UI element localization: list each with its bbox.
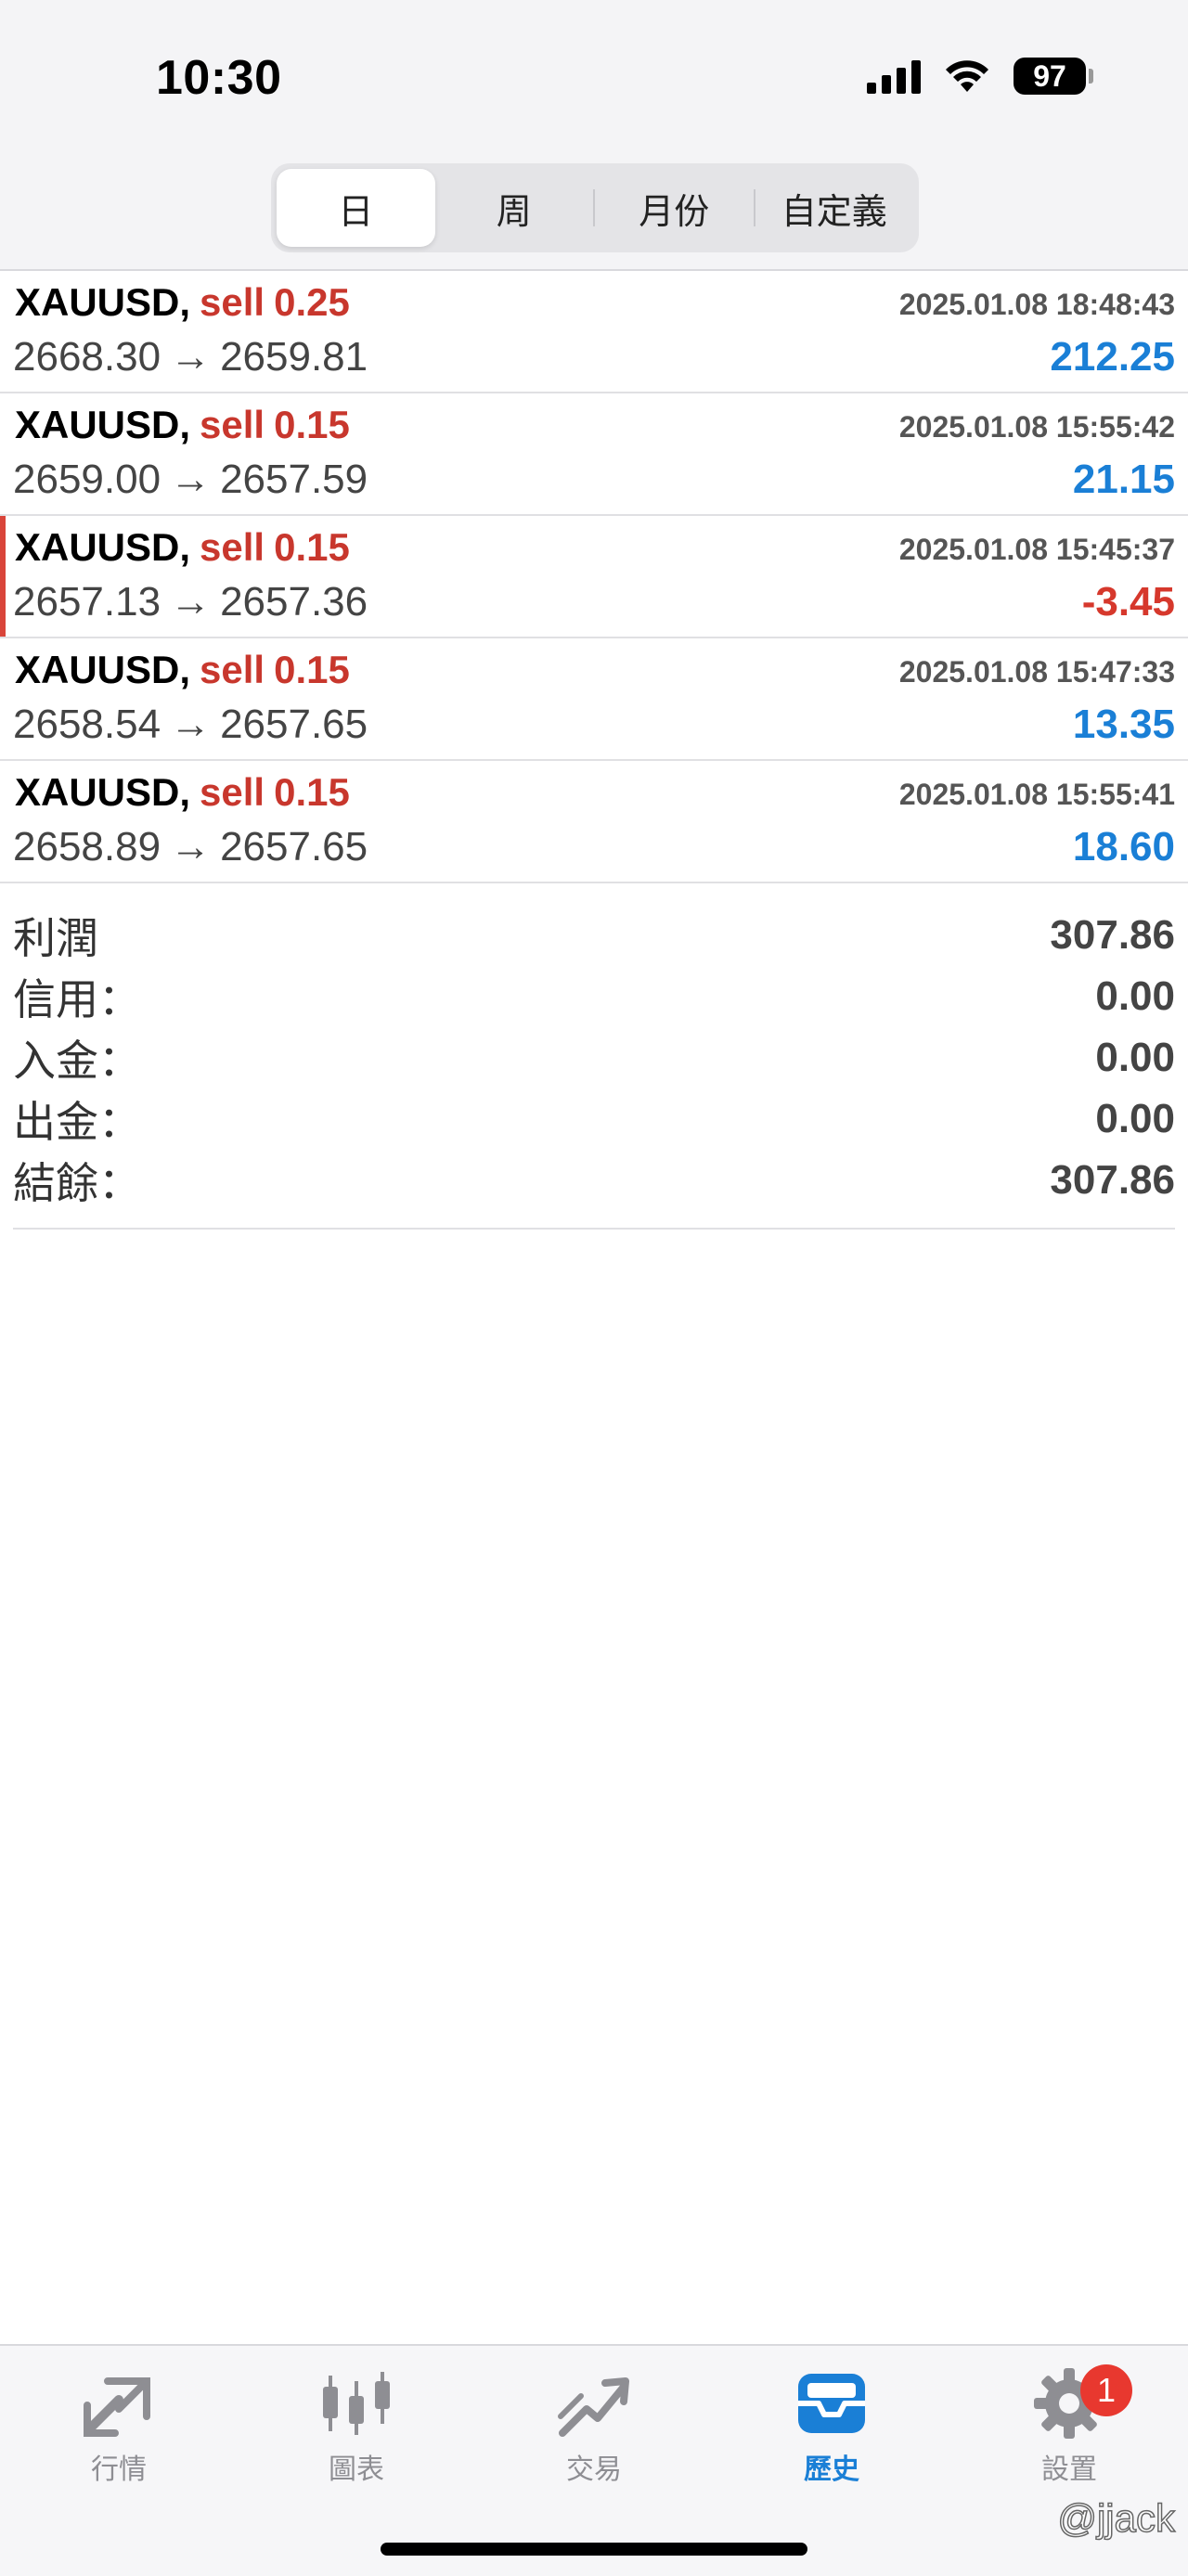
battery-tip (1089, 69, 1093, 84)
tab-label: 歷史 (804, 2454, 859, 2485)
deal-profit: 18.60 (1072, 824, 1175, 869)
summary-value: 307.86 (1050, 912, 1175, 958)
status-icons: 97 (867, 58, 1093, 95)
arrow-right-icon: → (170, 457, 212, 502)
deal-open-price: 2657.13 (13, 579, 161, 625)
summary-label: 出金： (13, 1098, 141, 1146)
quotes-arrows-icon (82, 2364, 156, 2442)
history-inbox-icon (794, 2364, 869, 2442)
deal-time: 2025.01.08 18:48:43 (898, 288, 1175, 321)
deal-profit: 21.15 (1072, 457, 1175, 502)
wifi-icon (943, 58, 991, 94)
deal-time: 2025.01.08 15:55:42 (898, 410, 1175, 444)
tab-label: 設置 (1041, 2454, 1097, 2485)
battery-level: 97 (1033, 58, 1066, 93)
period-segmented-control: 日 周 月份 自定義 (271, 163, 919, 252)
deal-volume: 0.15 (274, 770, 350, 814)
bottom-tab-bar: 行情 圖表 交易 歷史 設置 1 @jjack (0, 2344, 1188, 2576)
period-tab-month[interactable]: 月份 (595, 169, 754, 247)
summary-panel: 利潤 307.86 信用： 0.00 入金： 0.00 出金： 0.00 結餘：… (13, 905, 1175, 1230)
summary-label: 信用： (13, 975, 141, 1024)
deal-side: sell (200, 280, 265, 324)
deal-side: sell (200, 770, 265, 814)
tab-quotes[interactable]: 行情 (45, 2364, 193, 2487)
summary-credit-row: 信用： 0.00 (13, 966, 1175, 1027)
deal-volume: 0.15 (274, 403, 350, 446)
summary-profit-row: 利潤 307.86 (13, 905, 1175, 966)
deal-row[interactable]: XAUUSD, sell 0.15 2025.01.08 15:47:33 26… (0, 638, 1188, 761)
deal-close-price: 2657.65 (220, 702, 368, 747)
summary-deposit-row: 入金： 0.00 (13, 1027, 1175, 1088)
deal-row[interactable]: XAUUSD, sell 0.15 2025.01.08 15:45:37 26… (0, 516, 1188, 638)
deal-close-price: 2657.59 (220, 457, 368, 502)
deal-profit: 13.35 (1072, 702, 1175, 747)
period-tab-day[interactable]: 日 (277, 169, 435, 247)
deal-close-price: 2657.65 (220, 824, 368, 869)
deal-symbol: XAUUSD (15, 770, 180, 814)
deal-side: sell (200, 648, 265, 691)
deal-time: 2025.01.08 15:47:33 (898, 655, 1175, 689)
summary-value: 0.00 (1095, 973, 1175, 1019)
deal-close-price: 2659.81 (220, 334, 368, 380)
deal-row[interactable]: XAUUSD, sell 0.15 2025.01.08 15:55:42 26… (0, 393, 1188, 516)
summary-value: 307.86 (1050, 1157, 1175, 1203)
summary-label: 利潤 (13, 914, 98, 962)
arrow-right-icon: → (170, 824, 212, 869)
period-tab-custom[interactable]: 自定義 (755, 169, 914, 247)
tab-label: 行情 (91, 2454, 147, 2485)
deal-profit: -3.45 (1081, 579, 1175, 625)
arrow-right-icon: → (170, 334, 212, 380)
tab-chart[interactable]: 圖表 (282, 2364, 431, 2487)
candlestick-chart-icon (319, 2364, 394, 2442)
notification-badge: 1 (1080, 2364, 1132, 2416)
deal-open-price: 2658.54 (13, 702, 161, 747)
deal-symbol: XAUUSD (15, 648, 180, 691)
summary-balance-row: 結餘： 307.86 (13, 1150, 1175, 1211)
summary-value: 0.00 (1095, 1035, 1175, 1080)
deal-open-price: 2659.00 (13, 457, 161, 502)
deal-profit: 212.25 (1050, 334, 1175, 380)
trade-trend-icon (557, 2364, 631, 2442)
deal-row[interactable]: XAUUSD, sell 0.15 2025.01.08 15:55:41 26… (0, 761, 1188, 883)
watermark: @jjack (1057, 2495, 1176, 2541)
deal-symbol: XAUUSD (15, 280, 180, 324)
cellular-signal-icon (867, 58, 921, 94)
deal-volume: 0.25 (274, 280, 350, 324)
deal-row[interactable]: XAUUSD, sell 0.25 2025.01.08 18:48:43 26… (0, 271, 1188, 393)
deal-time: 2025.01.08 15:55:41 (898, 778, 1175, 811)
tab-trade[interactable]: 交易 (520, 2364, 668, 2487)
summary-label: 入金： (13, 1037, 141, 1085)
tab-history[interactable]: 歷史 (757, 2364, 906, 2487)
deal-open-price: 2658.89 (13, 824, 161, 869)
arrow-right-icon: → (170, 702, 212, 747)
summary-label: 結餘： (13, 1159, 141, 1207)
tab-settings[interactable]: 設置 1 (995, 2364, 1143, 2487)
deal-volume: 0.15 (274, 525, 350, 569)
tab-label: 圖表 (329, 2454, 384, 2485)
deal-side: sell (200, 525, 265, 569)
deal-open-price: 2668.30 (13, 334, 161, 380)
deal-symbol: XAUUSD (15, 403, 180, 446)
period-tab-week[interactable]: 周 (435, 169, 594, 247)
deal-time: 2025.01.08 15:45:37 (898, 533, 1175, 566)
deal-symbol: XAUUSD (15, 525, 180, 569)
status-time: 10:30 (156, 51, 282, 105)
top-area: 10:30 97 日 周 月份 自定義 (0, 0, 1188, 269)
home-indicator[interactable] (381, 2543, 807, 2556)
arrow-right-icon: → (170, 579, 212, 625)
deal-close-price: 2657.36 (220, 579, 368, 625)
summary-value: 0.00 (1095, 1096, 1175, 1141)
deals-list: XAUUSD, sell 0.25 2025.01.08 18:48:43 26… (0, 269, 1188, 883)
tab-label: 交易 (566, 2454, 622, 2485)
battery-icon: 97 (1014, 58, 1093, 95)
deal-side: sell (200, 403, 265, 446)
summary-withdrawal-row: 出金： 0.00 (13, 1088, 1175, 1150)
deal-volume: 0.15 (274, 648, 350, 691)
